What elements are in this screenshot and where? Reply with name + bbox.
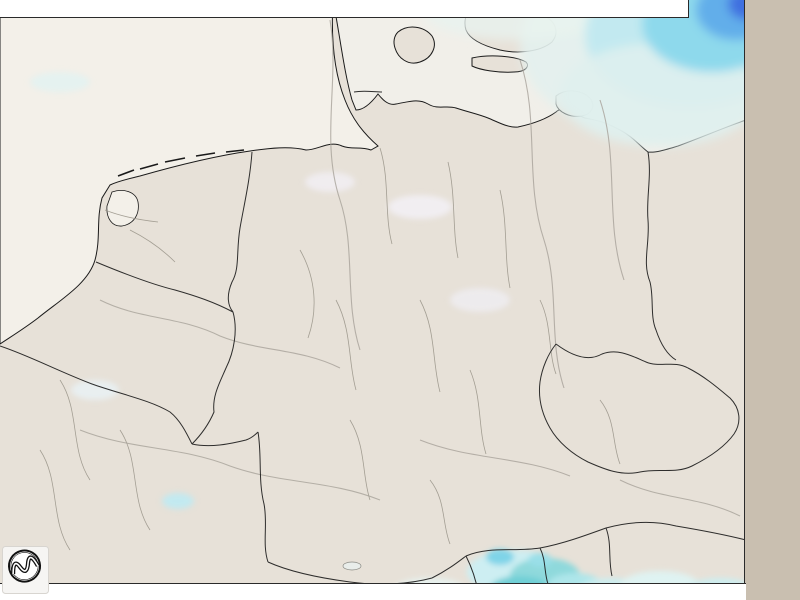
map-canvas[interactable]: [0, 0, 800, 600]
title-bar: [0, 0, 689, 18]
metmaps-window: [0, 0, 800, 600]
precip-legend: [744, 0, 800, 600]
legend-color-bar: [745, 0, 800, 600]
metmaps-logo[interactable]: [2, 546, 49, 600]
bodensee: [343, 562, 361, 570]
attribution-bar: [0, 583, 746, 600]
